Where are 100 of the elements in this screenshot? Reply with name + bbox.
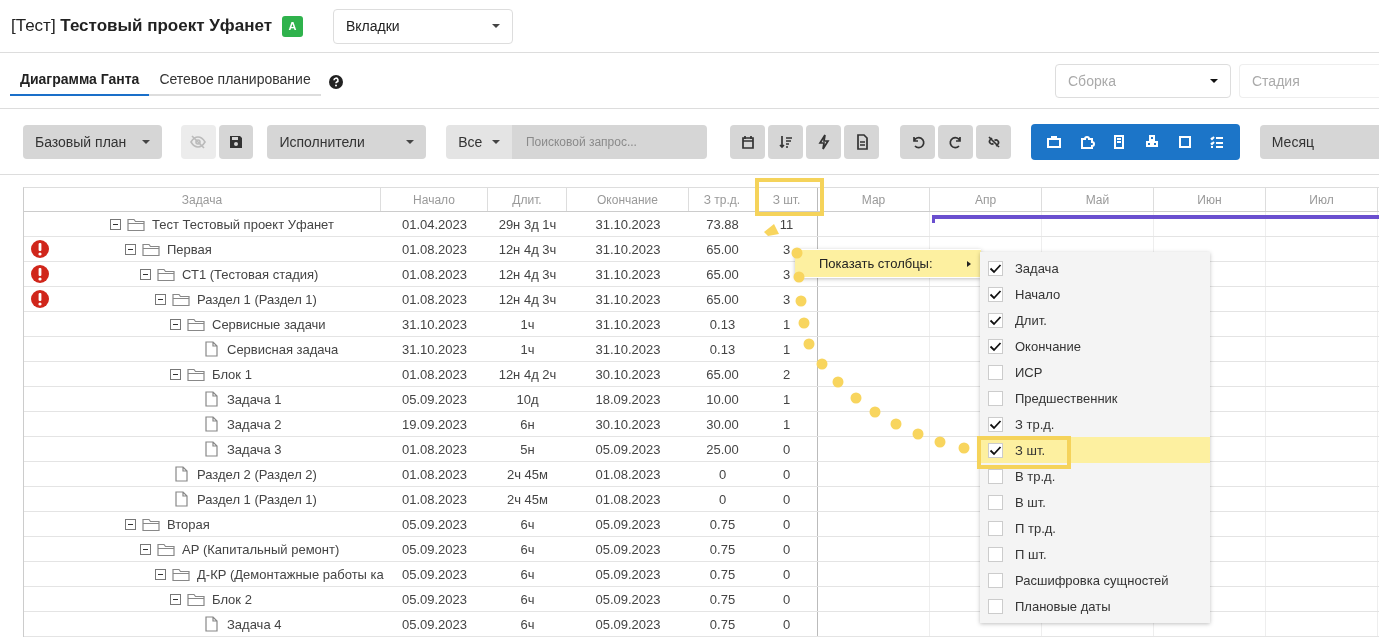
table-cell-text: 0.13	[708, 315, 737, 334]
lightning-button[interactable]	[806, 124, 842, 159]
checkbox[interactable]	[988, 416, 1003, 432]
checkbox[interactable]	[988, 312, 1003, 328]
task-name[interactable]: Задача 2	[227, 416, 282, 432]
table-cell: 0	[756, 487, 818, 511]
column-toggle-item[interactable]: З шт.	[980, 437, 1210, 463]
table-cell-text: 01.08.2023	[400, 365, 469, 384]
checkbox[interactable]	[988, 520, 1003, 536]
folder-icon	[172, 566, 191, 582]
tabs-dropdown[interactable]: Вкладки	[333, 8, 513, 44]
table-cell-text: 0	[717, 465, 728, 484]
table-cell-text: 30.00	[705, 415, 740, 434]
collapse-icon[interactable]	[170, 593, 181, 605]
checkbox[interactable]	[988, 546, 1003, 562]
table-cell-text: 73.88	[705, 215, 740, 234]
task-name[interactable]: Блок 1	[212, 366, 252, 382]
table-row[interactable]: Тест Тестовый проект Уфанет 01.04.2023 29н 3д 1ч 31.10.2023 73.88 11	[24, 212, 1379, 237]
performers-dropdown[interactable]: Исполнители	[267, 124, 427, 159]
baseline-dropdown[interactable]: Базовый план	[23, 124, 162, 159]
task-name[interactable]: Раздел 1 (Раздел 1)	[197, 491, 317, 507]
task-name[interactable]: АР (Капитальный ремонт)	[182, 541, 340, 557]
column-name: П шт.	[1015, 546, 1047, 562]
month-header: Июл	[1266, 188, 1378, 211]
collapse-icon[interactable]	[155, 568, 166, 580]
collapse-icon[interactable]	[170, 318, 181, 330]
column-name: ИСР	[1015, 364, 1043, 380]
task-name[interactable]: Блок 2	[212, 591, 252, 607]
sort-button[interactable]	[768, 124, 804, 159]
save-icon	[229, 134, 244, 149]
briefcase-icon[interactable]	[1045, 133, 1062, 150]
tab[interactable]: Диаграмма Ганта	[10, 65, 150, 96]
checkbox[interactable]	[988, 468, 1003, 484]
column-toggle-item[interactable]: ИСР	[980, 359, 1210, 385]
checkbox[interactable]	[988, 390, 1003, 406]
tab[interactable]: Сетевое планирование	[149, 65, 321, 96]
task-name[interactable]: Сервисные задачи	[212, 316, 326, 332]
checkbox[interactable]	[988, 286, 1003, 302]
table-cell-text: 65.00	[705, 290, 740, 309]
undo-button[interactable]	[900, 124, 936, 159]
column-name: Предшественник	[1015, 390, 1118, 406]
task-name[interactable]: Задача 1	[227, 391, 282, 407]
status-badge: A	[282, 15, 303, 37]
task-name[interactable]: Вторая	[167, 516, 210, 532]
task-name[interactable]: Задача 3	[227, 441, 282, 457]
task-name[interactable]: Тест Тестовый проект Уфанет	[152, 216, 334, 232]
table-cell-text: 01.08.2023	[400, 440, 469, 459]
file-icon	[205, 616, 218, 632]
stage-field[interactable]: Стадия	[1239, 63, 1379, 98]
collapse-icon[interactable]	[155, 293, 166, 305]
checklist-icon[interactable]	[1209, 133, 1226, 150]
task-name[interactable]: Первая	[167, 241, 212, 257]
calendar-button[interactable]	[730, 124, 766, 159]
collapse-icon[interactable]	[170, 368, 181, 380]
table-cell-text: 31.10.2023	[594, 215, 662, 234]
collapse-icon[interactable]	[140, 268, 151, 280]
show-columns-menu-item[interactable]: Показать столбцы:	[795, 250, 981, 277]
task-name[interactable]: Раздел 1 (Раздел 1)	[197, 291, 317, 307]
checkbox[interactable]	[988, 598, 1003, 614]
column-toggle-item[interactable]: В тр.д.	[980, 463, 1210, 489]
document-button[interactable]	[844, 124, 880, 159]
collapse-icon[interactable]	[125, 518, 136, 530]
table-cell-text: 31.10.2023	[594, 240, 662, 259]
redo-button[interactable]	[938, 124, 974, 159]
collapse-icon[interactable]	[125, 243, 136, 255]
collapse-icon[interactable]	[110, 218, 121, 230]
task-name[interactable]: Сервисная задача	[227, 341, 339, 357]
checkbox[interactable]	[988, 494, 1003, 510]
search-field[interactable]: Поисковой запрос...	[511, 124, 708, 159]
puzzle-icon[interactable]	[1078, 133, 1095, 150]
column-name: В тр.д.	[1015, 468, 1056, 484]
checkbox[interactable]	[988, 338, 1003, 354]
cubes-icon[interactable]	[1144, 133, 1160, 150]
square-icon[interactable]	[1176, 133, 1193, 150]
task-name[interactable]: Раздел 2 (Раздел 2)	[197, 466, 317, 482]
table-cell-text: 01.08.2023	[400, 465, 469, 484]
scale-dropdown[interactable]: Месяц	[1259, 124, 1379, 159]
collapse-icon[interactable]	[140, 543, 151, 555]
unlink-button[interactable]	[976, 124, 1012, 159]
table-cell-text: 0.13	[708, 340, 737, 359]
checkbox[interactable]	[988, 260, 1003, 276]
scope-dropdown[interactable]: Все	[446, 124, 512, 159]
table-cell-text: 05.09.2023	[594, 440, 662, 459]
table-cell: 0	[756, 512, 818, 536]
checkbox[interactable]	[988, 572, 1003, 588]
column-toggle-item[interactable]: В шт.	[980, 489, 1210, 515]
save-button[interactable]	[218, 124, 254, 159]
caret-icon	[1210, 78, 1218, 83]
help-icon[interactable]	[328, 74, 343, 89]
checkbox[interactable]	[988, 364, 1003, 380]
column-name: Окончание	[1015, 338, 1082, 354]
column-toggle-item[interactable]: Предшественник	[980, 385, 1210, 411]
table-cell-text: 2ч 45м	[506, 490, 549, 509]
task-name[interactable]: Д-КР (Демонтажные работы ка	[197, 566, 384, 582]
table-cell-text: 29н 3д 1ч	[497, 215, 558, 234]
folder-icon	[127, 216, 146, 232]
task-name[interactable]: СТ1 (Тестовая стадия)	[182, 266, 319, 282]
column-toggle-item[interactable]: З тр.д.	[980, 411, 1210, 437]
checkbox[interactable]	[988, 442, 1003, 458]
task-name[interactable]: Задача 4	[227, 616, 282, 632]
